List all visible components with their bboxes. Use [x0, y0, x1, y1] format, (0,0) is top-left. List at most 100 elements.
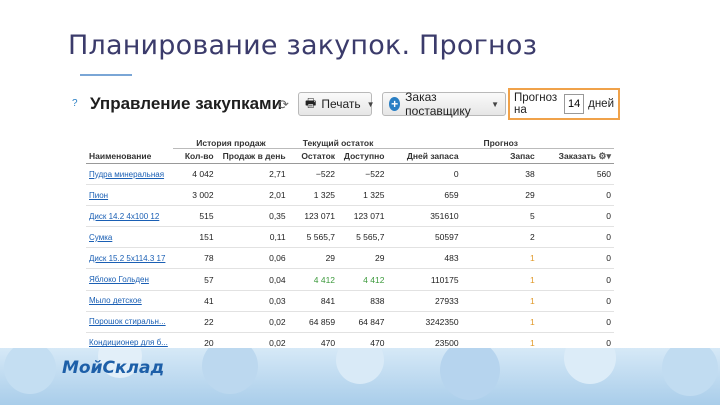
- cell-reserve: 2: [461, 226, 538, 249]
- cell-days: 659: [387, 184, 462, 207]
- cell-avail: 4 412: [338, 268, 388, 291]
- print-button[interactable]: 🖶 Печать ▼: [298, 92, 375, 116]
- cell-days: 50597: [387, 226, 462, 249]
- cell-reserve: 5: [461, 205, 538, 228]
- column-header[interactable]: Наименование: [86, 148, 174, 164]
- moysklad-logo: МойСклад: [62, 358, 165, 378]
- product-name-link[interactable]: Пион: [86, 184, 174, 207]
- forecast-period-control: Прогноз на дней: [508, 88, 620, 120]
- cell-order: 0: [537, 268, 614, 291]
- column-header-order[interactable]: Заказать ⚙▾: [537, 148, 614, 164]
- cell-reserve: 29: [461, 184, 538, 207]
- plus-icon: +: [389, 97, 401, 111]
- forecast-days-input[interactable]: [564, 94, 585, 114]
- cell-qty: 515: [173, 205, 217, 228]
- refresh-icon[interactable]: ⟳: [278, 97, 289, 113]
- group-current-stock: Текущий остаток: [288, 132, 388, 149]
- column-header[interactable]: Остаток: [288, 148, 339, 164]
- cell-reserve: 1: [461, 311, 538, 333]
- cell-days: 351610: [387, 205, 462, 228]
- cell-stock: 64 859: [288, 311, 339, 333]
- cell-stock: 5 565,7: [288, 226, 339, 249]
- table-row[interactable]: Мыло детское 41 0,03 841 838 27933 1 0: [86, 290, 614, 312]
- cell-order: 0: [537, 290, 614, 312]
- cell-qty: 22: [173, 311, 217, 333]
- help-icon[interactable]: ?: [72, 98, 78, 109]
- cell-stock: 123 071: [288, 205, 339, 228]
- cell-order: 0: [537, 226, 614, 249]
- cell-avail: 1 325: [338, 184, 388, 207]
- cell-days: 27933: [387, 290, 462, 312]
- cell-days: 110175: [387, 268, 462, 291]
- cell-reserve: 1: [461, 290, 538, 312]
- cell-qty: 41: [173, 290, 217, 312]
- cell-days: 483: [387, 247, 462, 270]
- cell-qty: 57: [173, 268, 217, 291]
- cell-avail: 123 071: [338, 205, 388, 228]
- cell-days: 3242350: [387, 311, 462, 333]
- cell-per-day: 0,03: [216, 290, 289, 312]
- page-title: Управление закупками: [90, 94, 283, 113]
- chevron-down-icon: ▼: [366, 99, 375, 109]
- purchase-management-panel: ? Управление закупками ⟳ 🖶 Печать ▼ + За…: [68, 88, 628, 358]
- cell-order: 0: [537, 205, 614, 228]
- cell-stock: 841: [288, 290, 339, 312]
- purchase-forecast-table: История продаж Текущий остаток Прогноз Н…: [86, 132, 614, 354]
- table-row[interactable]: Яблоко Гольден 57 0,04 4 412 4 412 110175 1 0: [86, 268, 614, 291]
- table-row[interactable]: Диск 14.2 4x100 12 515 0,35 123 071 123 071 3…: [86, 205, 614, 228]
- cell-per-day: 2,71: [216, 163, 289, 186]
- product-name-link[interactable]: Порошок стиральн...: [86, 311, 174, 333]
- cell-per-day: 0,35: [216, 205, 289, 228]
- column-header[interactable]: Запас: [461, 148, 538, 164]
- cell-per-day: 0,06: [216, 247, 289, 270]
- cell-reserve: 1: [461, 247, 538, 270]
- table-row[interactable]: Пион 3 002 2,01 1 325 1 325 659 29 0: [86, 184, 614, 207]
- column-header[interactable]: Кол-во: [173, 148, 217, 164]
- group-forecast: Прогноз: [387, 132, 614, 149]
- cell-stock: 1 325: [288, 184, 339, 207]
- cell-avail: −522: [338, 163, 388, 186]
- cell-reserve: 1: [461, 268, 538, 291]
- cell-stock: 29: [288, 247, 339, 270]
- product-name-link[interactable]: Диск 14.2 4x100 12: [86, 205, 174, 228]
- cell-days: 0: [387, 163, 462, 186]
- cell-qty: 3 002: [173, 184, 217, 207]
- print-button-label: Печать: [321, 97, 361, 111]
- group-sales-history: История продаж: [173, 132, 289, 149]
- product-name-link[interactable]: Диск 15.2 5x114.3 17: [86, 247, 174, 270]
- slide-title: Планирование закупок. Прогноз: [68, 30, 538, 61]
- table-row[interactable]: Сумка 151 0,11 5 565,7 5 565,7 50597 2 0: [86, 226, 614, 249]
- cell-qty: 4 042: [173, 163, 217, 186]
- settings-gear-icon[interactable]: ⚙▾: [598, 151, 611, 161]
- product-name-link[interactable]: Мыло детское: [86, 290, 174, 312]
- table-row[interactable]: Пудра минеральная 4 042 2,71 −522 −522 0 38 560: [86, 163, 614, 186]
- forecast-suffix: дней: [588, 98, 614, 110]
- cell-avail: 838: [338, 290, 388, 312]
- column-header[interactable]: Дней запаса: [387, 148, 462, 164]
- cell-avail: 64 847: [338, 311, 388, 333]
- product-name-link[interactable]: Сумка: [86, 226, 174, 249]
- cell-order: 0: [537, 311, 614, 333]
- cell-avail: 5 565,7: [338, 226, 388, 249]
- table-body: Пудра минеральная 4 042 2,71 −522 −522 0 38 560…: [86, 163, 614, 354]
- cell-per-day: 0,04: [216, 268, 289, 291]
- cell-per-day: 0,11: [216, 226, 289, 249]
- table-row[interactable]: Диск 15.2 5x114.3 17 78 0,06 29 29 483 1 0: [86, 247, 614, 270]
- chevron-down-icon: ▼: [491, 99, 499, 109]
- cell-order: 0: [537, 247, 614, 270]
- product-name-link[interactable]: Пудра минеральная: [86, 163, 174, 186]
- cell-stock: 4 412: [288, 268, 339, 291]
- product-name-link[interactable]: Яблоко Гольден: [86, 268, 174, 291]
- cell-qty: 151: [173, 226, 217, 249]
- cell-stock: −522: [288, 163, 339, 186]
- table-row[interactable]: Порошок стиральн... 22 0,02 64 859 64 847 324…: [86, 311, 614, 333]
- printer-icon: 🖶: [305, 95, 317, 110]
- cell-reserve: 38: [461, 163, 538, 186]
- column-header[interactable]: Продаж в день: [216, 148, 289, 164]
- supplier-order-button[interactable]: + Заказ поставщику ▼: [382, 90, 506, 118]
- column-header[interactable]: Доступно: [338, 148, 388, 164]
- title-underline: [80, 74, 132, 76]
- cell-per-day: 0,02: [216, 311, 289, 333]
- forecast-prefix: Прогноз на: [514, 92, 558, 116]
- cell-order: 0: [537, 184, 614, 207]
